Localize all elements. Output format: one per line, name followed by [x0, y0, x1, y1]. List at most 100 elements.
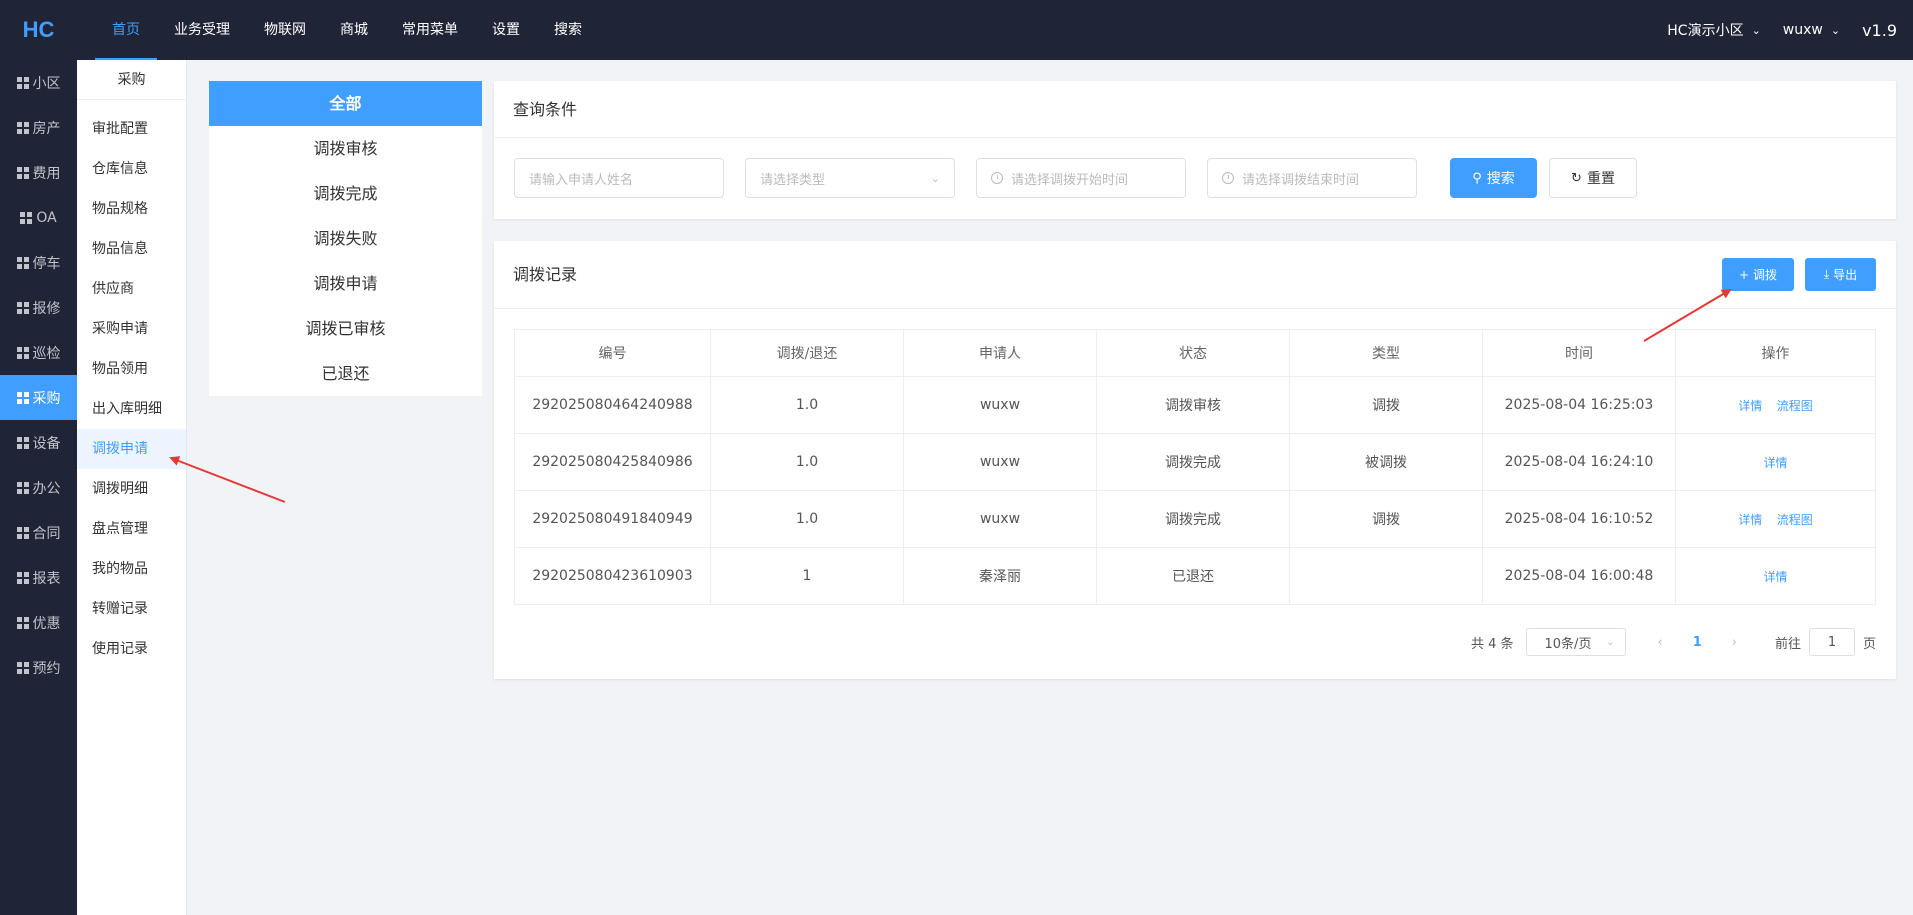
sidebar-item-purchase[interactable]: 采购 [0, 375, 77, 420]
submenu-item-usage-records[interactable]: 使用记录 [77, 629, 186, 669]
submenu-item-purchase-apply[interactable]: 采购申请 [77, 309, 186, 349]
sidebar-item-equipment[interactable]: 设备 [0, 420, 77, 465]
detail-link[interactable]: 详情 [1763, 456, 1787, 470]
submenu-item-my-items[interactable]: 我的物品 [77, 549, 186, 589]
sidebar-item-parking[interactable]: 停车 [0, 240, 77, 285]
export-button[interactable]: ⤓ 导出 [1805, 258, 1876, 291]
grid-icon [16, 346, 29, 359]
records-header: 调拨记录 + 调拨 ⤓ 导出 [494, 241, 1896, 309]
top-right: HC演示小区 ⌄ wuxw ⌄ v1.9 [1667, 20, 1913, 40]
category-all[interactable]: 全部 [209, 81, 482, 126]
type-select[interactable]: 请选择类型 ⌄ [745, 158, 955, 198]
sidebar-item-oa[interactable]: OA [0, 195, 77, 240]
category-transfer-reviewed[interactable]: 调拨已审核 [209, 306, 482, 351]
grid-icon [16, 76, 29, 89]
start-time-picker[interactable]: 请选择调拨开始时间 [976, 158, 1186, 198]
nav-mall[interactable]: 商城 [323, 0, 385, 60]
cell-status: 调拨完成 [1096, 433, 1290, 491]
version-label: v1.9 [1862, 20, 1897, 40]
prev-page-icon[interactable]: ‹ [1658, 635, 1663, 650]
category-returned[interactable]: 已退还 [209, 351, 482, 396]
sidebar-item-repair[interactable]: 报修 [0, 285, 77, 330]
plus-icon: + [1738, 267, 1750, 282]
sidebar-item-booking[interactable]: 预约 [0, 645, 77, 690]
table-header-row: 编号 调拨/退还 申请人 状态 类型 时间 操作 [514, 329, 1876, 377]
sidebar-item-label: 费用 [32, 165, 61, 182]
submenu-item-approval-config[interactable]: 审批配置 [77, 109, 186, 149]
table-row: 292025080423610903 1 秦泽丽 已退还 2025-08-04 … [514, 547, 1876, 605]
sidebar-item-fees[interactable]: 费用 [0, 150, 77, 195]
category-transfer-apply[interactable]: 调拨申请 [209, 261, 482, 306]
submenu-item-stock-detail[interactable]: 出入库明细 [77, 389, 186, 429]
sidebar-item-reports[interactable]: 报表 [0, 555, 77, 600]
flowchart-link[interactable]: 流程图 [1777, 513, 1813, 527]
nav-common-menu[interactable]: 常用菜单 [385, 0, 475, 60]
clock-icon [991, 172, 1003, 184]
category-transfer-failed[interactable]: 调拨失败 [209, 216, 482, 261]
submenu-item-item-info[interactable]: 物品信息 [77, 229, 186, 269]
category-transfer-complete[interactable]: 调拨完成 [209, 171, 482, 216]
submenu-item-item-use[interactable]: 物品领用 [77, 349, 186, 389]
nav-iot[interactable]: 物联网 [247, 0, 323, 60]
col-header-time: 时间 [1482, 329, 1676, 377]
nav-business[interactable]: 业务受理 [157, 0, 247, 60]
nav-search[interactable]: 搜索 [537, 0, 599, 60]
goto-page-input[interactable]: 1 [1808, 628, 1855, 656]
submenu-item-inventory-check[interactable]: 盘点管理 [77, 509, 186, 549]
submenu-item-warehouse[interactable]: 仓库信息 [77, 149, 186, 189]
reset-button-label: 重置 [1586, 171, 1615, 187]
end-time-placeholder: 请选择调拨结束时间 [1242, 172, 1360, 188]
submenu-item-supplier[interactable]: 供应商 [77, 269, 186, 309]
sidebar-item-property[interactable]: 房产 [0, 105, 77, 150]
category-transfer-review[interactable]: 调拨审核 [209, 126, 482, 171]
col-header-type: 类型 [1289, 329, 1483, 377]
sidebar-item-inspection[interactable]: 巡检 [0, 330, 77, 375]
page-size-select[interactable]: 10条/页 ⌄ [1525, 628, 1626, 656]
cell-actions: 详情 流程图 [1675, 376, 1876, 434]
query-panel-title: 查询条件 [494, 81, 1896, 138]
detail-link[interactable]: 详情 [1763, 570, 1787, 584]
search-button[interactable]: ⚲ 搜索 [1450, 158, 1537, 198]
page-size-value: 10条/页 [1544, 636, 1592, 652]
sidebar-item-contract[interactable]: 合同 [0, 510, 77, 555]
cell-applicant: wuxw [903, 433, 1097, 491]
sub-menu-title: 采购 [77, 60, 186, 100]
community-dropdown[interactable]: HC演示小区 ⌄ [1667, 20, 1761, 40]
nav-settings[interactable]: 设置 [475, 0, 537, 60]
grid-icon [16, 166, 29, 179]
cell-time: 2025-08-04 16:24:10 [1482, 433, 1676, 491]
sidebar-item-discount[interactable]: 优惠 [0, 600, 77, 645]
detail-link[interactable]: 详情 [1738, 513, 1762, 527]
submenu-item-transfer-detail[interactable]: 调拨明细 [77, 469, 186, 509]
sidebar-item-label: 办公 [32, 480, 61, 497]
submenu-item-gift-records[interactable]: 转赠记录 [77, 589, 186, 629]
add-transfer-button[interactable]: + 调拨 [1722, 258, 1794, 291]
sidebar-item-office[interactable]: 办公 [0, 465, 77, 510]
records-panel: 调拨记录 + 调拨 ⤓ 导出 编号 调拨/退还 申请人 状态 类型 时间 操作 … [494, 241, 1896, 679]
submenu-item-item-spec[interactable]: 物品规格 [77, 189, 186, 229]
add-transfer-label: 调拨 [1753, 268, 1778, 282]
applicant-name-input[interactable]: 请输入申请人姓名 [514, 158, 724, 198]
sidebar-item-label: OA [36, 209, 57, 226]
end-time-picker[interactable]: 请选择调拨结束时间 [1207, 158, 1417, 198]
flowchart-link[interactable]: 流程图 [1777, 399, 1813, 413]
grid-icon [16, 481, 29, 494]
sidebar-item-label: 报修 [32, 300, 61, 317]
table-row: 292025080464240988 1.0 wuxw 调拨审核 调拨 2025… [514, 376, 1876, 434]
sidebar-item-community[interactable]: 小区 [0, 60, 77, 105]
nav-home[interactable]: 首页 [95, 0, 157, 60]
submenu-item-transfer-apply[interactable]: 调拨申请 [77, 429, 186, 469]
cell-applicant: 秦泽丽 [903, 547, 1097, 605]
user-dropdown[interactable]: wuxw ⌄ [1783, 22, 1840, 38]
grid-icon [16, 526, 29, 539]
sidebar-item-label: 巡检 [32, 345, 61, 362]
cell-type: 调拨 [1289, 376, 1483, 434]
next-page-icon[interactable]: › [1732, 635, 1737, 650]
page-number-current[interactable]: 1 [1693, 635, 1702, 650]
detail-link[interactable]: 详情 [1738, 399, 1762, 413]
reset-button[interactable]: ↻ 重置 [1549, 158, 1637, 198]
cell-qty: 1.0 [710, 433, 904, 491]
goto-label: 前往 [1774, 636, 1801, 652]
sidebar-item-label: 预约 [32, 660, 61, 677]
grid-icon [20, 211, 33, 224]
